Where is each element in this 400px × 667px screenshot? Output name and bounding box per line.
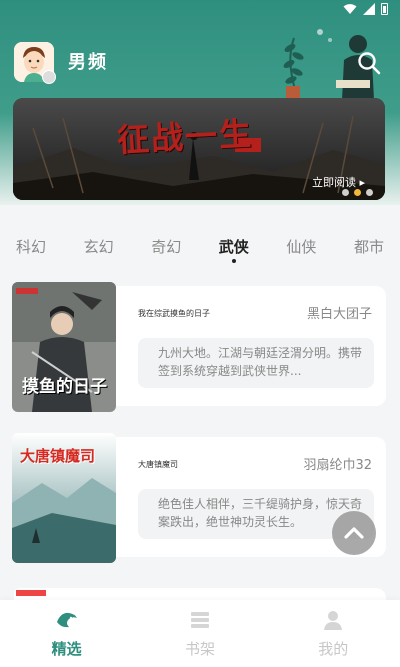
- book-cover[interactable]: 大唐镇魔司: [12, 433, 116, 563]
- tab-xuanhuan[interactable]: 玄幻: [84, 228, 114, 268]
- bookshelf-icon: [190, 612, 209, 628]
- book-title[interactable]: 大唐镇魔司: [138, 459, 178, 470]
- wifi-icon: [343, 4, 357, 14]
- banner-pagination: [342, 189, 373, 196]
- book-cover[interactable]: 摸鱼的日子: [12, 282, 116, 412]
- book-description: 九州大地。江湖与朝廷泾渭分明。携带签到系统穿越到武侠世界...: [138, 338, 374, 388]
- page-title: 男频: [68, 52, 108, 73]
- banner-dot[interactable]: [366, 189, 373, 196]
- avatar-badge: [42, 70, 56, 84]
- tab-fantasy[interactable]: 奇幻: [151, 228, 181, 268]
- active-tab-indicator: [231, 259, 236, 263]
- book-card[interactable]: 摸鱼的日子 我在综武摸鱼的日子 黑白大团子 九州大地。江湖与朝廷泾渭分明。携带签…: [12, 282, 386, 412]
- tab-label: 科幻: [16, 238, 47, 256]
- nav-label: 书架: [184, 640, 215, 658]
- nav-label: 精选: [51, 640, 82, 658]
- tab-label: 奇幻: [151, 238, 182, 256]
- bottom-navigation: 精选 书架 我的: [0, 600, 400, 667]
- tab-label: 仙侠: [286, 238, 317, 256]
- banner-read-now[interactable]: 立即阅读 ▸: [312, 174, 365, 190]
- profile-icon: [324, 611, 343, 630]
- chevron-up-icon: [344, 527, 364, 539]
- banner-dot[interactable]: [342, 189, 349, 196]
- featured-icon: [56, 612, 77, 628]
- scroll-to-top-button[interactable]: [332, 511, 376, 555]
- book-title[interactable]: 我在综武摸鱼的日子: [138, 308, 210, 319]
- nav-label: 我的: [318, 640, 349, 658]
- promo-banner[interactable]: 征战一生 立即阅读 ▸: [13, 98, 385, 200]
- tab-wuxia[interactable]: 武侠: [219, 228, 249, 268]
- banner-title: 征战一生: [116, 114, 255, 160]
- tab-label: 都市: [353, 238, 384, 256]
- book-author: 黑白大团子: [306, 307, 372, 322]
- nav-bookshelf[interactable]: 书架: [150, 600, 250, 667]
- tab-xianxia[interactable]: 仙侠: [286, 228, 316, 268]
- status-icons: [343, 3, 388, 15]
- search-icon[interactable]: [356, 50, 382, 76]
- category-tabs: 科幻 玄幻 奇幻 武侠 仙侠 都市: [0, 228, 400, 268]
- tab-urban[interactable]: 都市: [354, 228, 384, 268]
- tab-scifi[interactable]: 科幻: [16, 228, 46, 268]
- book-card[interactable]: 大唐镇魔司 大唐镇魔司 羽扇纶巾32 绝色佳人相伴，三千缇骑护身，惊天奇案跌出，…: [12, 433, 386, 563]
- cover-badge: [16, 590, 46, 596]
- nav-featured[interactable]: 精选: [17, 600, 117, 667]
- banner-dot-active[interactable]: [354, 189, 361, 196]
- tab-label: 武侠: [218, 238, 249, 256]
- book-author: 羽扇纶巾32: [303, 458, 372, 473]
- nav-profile[interactable]: 我的: [283, 600, 383, 667]
- cover-title: 摸鱼的日子: [22, 377, 107, 397]
- cover-title: 大唐镇魔司: [20, 447, 96, 465]
- signal-icon: [363, 3, 375, 15]
- app-page: 男频 征战一生 立即阅读 ▸ 科幻 玄幻 奇幻 武侠 仙侠 都市 摸鱼的日子 我…: [0, 0, 400, 667]
- tab-label: 玄幻: [83, 238, 114, 256]
- battery-icon: [381, 3, 388, 15]
- book-cover[interactable]: [14, 588, 118, 600]
- status-bar: [0, 0, 400, 22]
